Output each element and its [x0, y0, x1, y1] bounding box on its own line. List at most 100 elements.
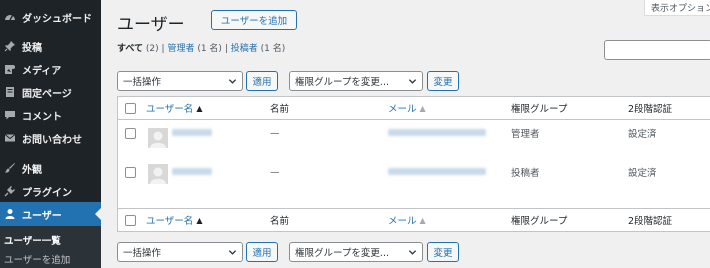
menu-item-pages[interactable]: 固定ページ — [0, 80, 101, 104]
row-twofa: 設定済 — [628, 129, 657, 140]
column-label-username: ユーザー名 — [146, 216, 194, 227]
email-redacted[interactable] — [388, 129, 486, 136]
column-header-email[interactable]: メール ▲ — [388, 97, 426, 119]
menu-item-posts[interactable]: 投稿 — [0, 34, 101, 58]
main-content: ユーザー ユーザーを追加 表示オプション すべて (2) | 管理者 (1 名)… — [101, 0, 710, 268]
submenu-add-user[interactable]: ユーザーを追加 — [4, 252, 70, 266]
role-change-select-bottom[interactable]: 権限グループを変更... — [289, 242, 423, 262]
brush-icon — [4, 162, 16, 174]
apply-button-top[interactable]: 適用 — [246, 71, 278, 91]
avatar — [148, 128, 168, 148]
table-footer-row: ユーザー名 ▲ 名前 メール ▲ 権限グループ 2段階認証 — [118, 208, 710, 231]
role-filter-links: すべて (2) | 管理者 (1 名) | 投稿者 (1 名) — [117, 41, 285, 54]
bulk-action-select-bottom[interactable]: 一括操作 — [117, 242, 243, 262]
filter-all-count: (2) — [145, 44, 159, 54]
column-footer-username[interactable]: ユーザー名 ▲ — [146, 209, 202, 231]
menu-label-comments: コメント — [22, 111, 62, 123]
column-header-twofa: 2段階認証 — [628, 104, 673, 115]
menu-label-pages: 固定ページ — [22, 88, 72, 100]
column-footer-twofa: 2段階認証 — [628, 216, 673, 227]
pin-icon — [4, 40, 16, 52]
chevron-down-icon — [408, 79, 417, 84]
filter-separator: | — [224, 44, 228, 54]
menu-label-dashboard: ダッシュボード — [22, 13, 92, 25]
menu-item-contact[interactable]: お問い合わせ — [0, 126, 101, 150]
search-input[interactable] — [604, 40, 710, 60]
column-label-email: メール — [388, 216, 417, 227]
default-avatar-icon — [150, 167, 166, 184]
menu-label-contact: お問い合わせ — [22, 134, 82, 146]
column-label-email: メール — [388, 104, 417, 115]
submenu-all-users[interactable]: ユーザー一覧 — [4, 233, 61, 247]
page-icon — [4, 86, 16, 98]
filter-author[interactable]: 投稿者 — [231, 44, 258, 54]
select-all-checkbox[interactable] — [125, 103, 136, 114]
menu-item-dashboard[interactable]: ダッシュボード — [0, 5, 101, 29]
add-user-button[interactable]: ユーザーを追加 — [211, 10, 297, 30]
apply-button-bottom[interactable]: 適用 — [246, 242, 278, 262]
plugin-icon — [4, 185, 16, 197]
users-table: ユーザー名 ▲ 名前 メール ▲ 権限グループ 2段階認証 — 管理者 設定済 — [117, 96, 710, 232]
row-role: 管理者 — [511, 129, 540, 140]
filter-author-count: (1 名) — [260, 44, 286, 54]
row-twofa: 設定済 — [628, 168, 657, 179]
menu-item-appearance[interactable]: 外観 — [0, 156, 101, 180]
chevron-down-icon — [228, 250, 237, 255]
table-row: — 管理者 設定済 — [118, 120, 710, 156]
column-header-username[interactable]: ユーザー名 ▲ — [146, 97, 202, 119]
default-avatar-icon — [150, 131, 166, 148]
filter-all[interactable]: すべて — [117, 44, 143, 54]
column-footer-email[interactable]: メール ▲ — [388, 209, 426, 231]
table-row: — 投稿者 設定済 — [118, 156, 710, 209]
menu-label-appearance: 外観 — [22, 164, 42, 176]
menu-item-users[interactable]: ユーザー — [0, 202, 101, 226]
bulk-action-select-top[interactable]: 一括操作 — [117, 71, 243, 91]
username-redacted[interactable] — [172, 168, 212, 175]
chevron-down-icon — [408, 250, 417, 255]
menu-item-plugins[interactable]: プラグイン — [0, 179, 101, 203]
change-button-top[interactable]: 変更 — [427, 71, 459, 91]
user-icon — [4, 208, 16, 220]
column-footer-role: 権限グループ — [511, 216, 568, 227]
table-header-row: ユーザー名 ▲ 名前 メール ▲ 権限グループ 2段階認証 — [118, 97, 710, 120]
media-icon — [4, 63, 16, 75]
menu-item-media[interactable]: メディア — [0, 57, 101, 81]
chevron-down-icon — [228, 79, 237, 84]
avatar — [148, 164, 168, 184]
menu-label-plugins: プラグイン — [22, 187, 72, 199]
comment-icon — [4, 109, 16, 121]
username-redacted[interactable] — [172, 129, 212, 136]
filter-separator: | — [161, 44, 165, 54]
filter-admin[interactable]: 管理者 — [167, 44, 194, 54]
column-header-role: 権限グループ — [511, 104, 568, 115]
users-submenu: ユーザー一覧 ユーザーを追加 — [0, 226, 101, 268]
row-checkbox[interactable] — [125, 167, 136, 178]
bulk-action-value: 一括操作 — [123, 77, 162, 88]
sort-icon: ▲ — [419, 103, 426, 113]
role-change-select-top[interactable]: 権限グループを変更... — [289, 71, 423, 91]
bulk-action-value: 一括操作 — [123, 248, 162, 259]
change-button-bottom[interactable]: 変更 — [427, 242, 459, 262]
mail-icon — [4, 132, 16, 144]
menu-label-posts: 投稿 — [22, 42, 42, 54]
role-change-value: 権限グループを変更... — [295, 248, 389, 259]
sort-icon: ▲ — [196, 103, 203, 113]
sort-icon: ▲ — [196, 215, 203, 225]
menu-label-users: ユーザー — [22, 210, 62, 222]
page-title: ユーザー — [117, 15, 185, 35]
column-footer-name: 名前 — [270, 216, 290, 227]
menu-item-comments[interactable]: コメント — [0, 103, 101, 127]
sort-icon: ▲ — [419, 215, 426, 225]
role-change-value: 権限グループを変更... — [295, 77, 389, 88]
row-role: 投稿者 — [511, 168, 540, 179]
column-label-username: ユーザー名 — [146, 104, 194, 115]
select-all-checkbox[interactable] — [125, 215, 136, 226]
email-redacted[interactable] — [388, 168, 486, 175]
filter-admin-count: (1 名) — [197, 44, 222, 54]
row-name: — — [270, 166, 280, 178]
column-header-name: 名前 — [270, 104, 290, 115]
screen-options-button[interactable]: 表示オプション — [644, 0, 710, 16]
row-checkbox[interactable] — [125, 128, 136, 139]
row-name: — — [270, 127, 280, 139]
admin-sidebar: ダッシュボード 投稿 メディア 固定ページ コメント お問い合わせ 外観 プラグ… — [0, 0, 101, 268]
